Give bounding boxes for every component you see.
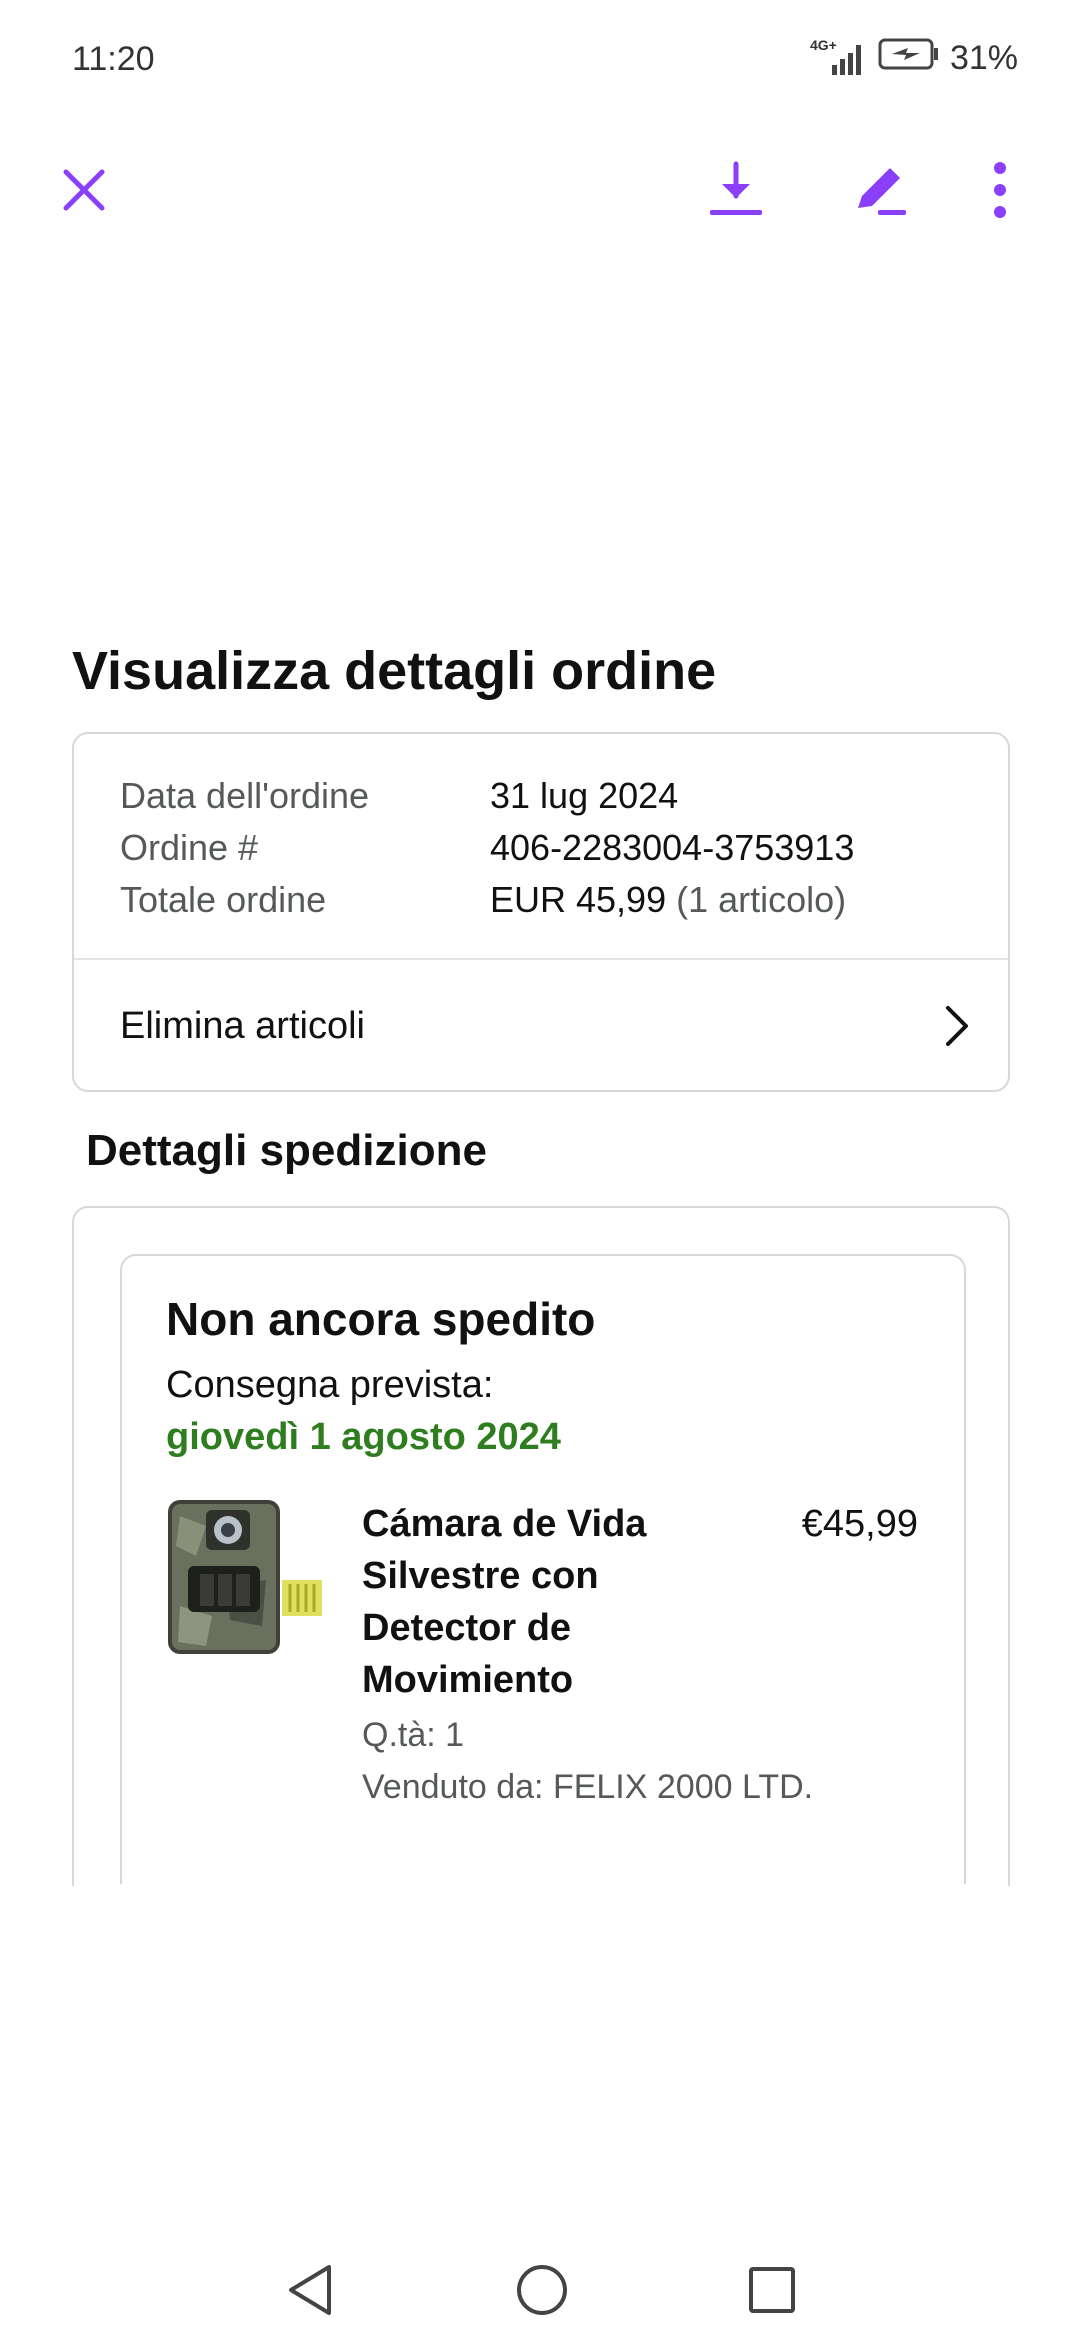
product-quantity: Q.tà: 1: [362, 1716, 465, 1754]
home-circle-icon: [517, 2265, 567, 2315]
delete-items-row[interactable]: Elimina articoli: [74, 960, 1008, 1092]
system-nav-bar: [0, 2240, 1080, 2340]
order-date-value: 31 lug 2024: [490, 775, 679, 816]
order-total-amount: EUR 45,99: [490, 879, 667, 920]
more-vert-icon: [994, 162, 1006, 218]
close-icon: [63, 169, 105, 211]
order-summary-card: Data dell'ordine 31 lug 2024 Ordine # 40…: [72, 732, 1010, 1092]
back-triangle-icon: [289, 2265, 331, 2315]
shipment-card: Non ancora spedito Consegna prevista: gi…: [120, 1254, 966, 1884]
recents-button[interactable]: [722, 2240, 822, 2340]
chevron-right-icon: [946, 1006, 968, 1046]
status-indicators: 4G+ 31%: [810, 37, 1018, 79]
order-total-row: Totale ordine EUR 45,99 (1 articolo): [120, 874, 854, 926]
battery-level: 31%: [949, 39, 1018, 77]
home-button[interactable]: [492, 2240, 592, 2340]
download-icon: [710, 161, 762, 215]
shipment-status: Non ancora spedito: [166, 1293, 596, 1345]
back-button[interactable]: [260, 2240, 360, 2340]
status-bar: 11:20 4G+ 31%: [0, 0, 1080, 120]
more-options-button[interactable]: [950, 140, 1050, 240]
network-icon: 4G+: [810, 37, 868, 77]
order-date-row: Data dell'ordine 31 lug 2024: [120, 770, 854, 822]
download-button[interactable]: [686, 140, 786, 240]
toolbar: [0, 140, 1080, 240]
order-item-count: (1 articolo): [666, 879, 847, 920]
order-total-value: EUR 45,99 (1 articolo): [490, 874, 846, 926]
shipping-card: Non ancora spedito Consegna prevista: gi…: [72, 1206, 1010, 1886]
edit-button[interactable]: [830, 140, 930, 240]
shipping-section-title: Dettagli spedizione: [86, 1126, 487, 1175]
product-price: €45,99: [801, 1503, 918, 1545]
order-date-label: Data dell'ordine: [120, 775, 370, 816]
delivery-label: Consegna prevista:: [166, 1364, 494, 1406]
pencil-icon: [858, 168, 906, 215]
status-time: 11:20: [72, 40, 155, 78]
order-number-label: Ordine #: [120, 827, 259, 868]
battery-icon: [878, 38, 940, 79]
order-number-value: 406-2283004-3753913: [490, 827, 855, 868]
page-title: Visualizza dettagli ordine: [72, 641, 717, 701]
delete-items-label: Elimina articoli: [120, 1004, 365, 1047]
camera-product-image: [168, 1500, 322, 1654]
close-button[interactable]: [34, 140, 134, 240]
product-seller: Venduto da: FELIX 2000 LTD.: [362, 1768, 814, 1806]
delivery-date: giovedì 1 agosto 2024: [166, 1416, 561, 1458]
recents-square-icon: [749, 2267, 795, 2313]
order-total-label: Totale ordine: [120, 879, 327, 920]
order-number-row: Ordine # 406-2283004-3753913: [120, 822, 854, 874]
product-name[interactable]: Cámara de Vida Silvestre con Detector de…: [362, 1498, 682, 1706]
order-info: Data dell'ordine 31 lug 2024 Ordine # 40…: [120, 770, 854, 926]
product-image[interactable]: [166, 1496, 326, 1666]
